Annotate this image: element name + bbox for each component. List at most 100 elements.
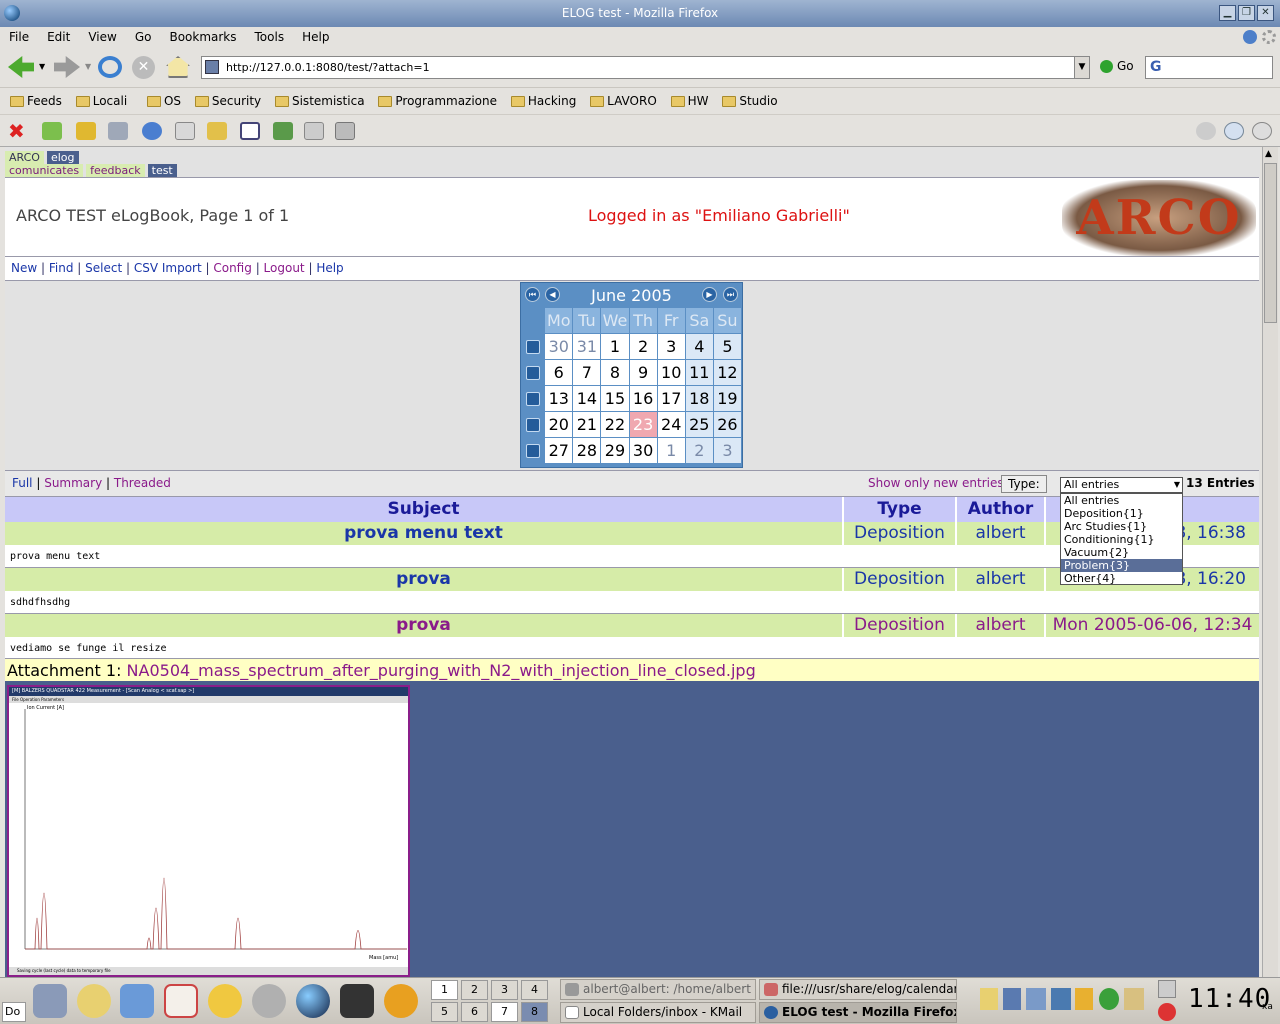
- filter-option-selected[interactable]: Problem{3}: [1061, 559, 1182, 572]
- calendar-day[interactable]: 28: [573, 438, 602, 464]
- calendar-day[interactable]: 7: [573, 360, 602, 386]
- prev-month-icon[interactable]: ◀: [545, 287, 560, 302]
- calendar-day[interactable]: 20: [545, 412, 574, 438]
- type-column-header[interactable]: Type: [844, 497, 957, 522]
- bookmark-locali[interactable]: Locali: [75, 94, 127, 108]
- menu-file[interactable]: File: [0, 27, 38, 44]
- calendar-day[interactable]: 6: [545, 360, 574, 386]
- entry-author[interactable]: albert: [957, 522, 1046, 545]
- task-terminal[interactable]: albert@albert: /home/albert: [560, 979, 756, 1000]
- threaded-view-link[interactable]: Threaded: [114, 476, 171, 490]
- calendar-day[interactable]: 8: [601, 360, 630, 386]
- close-button[interactable]: ✕: [1257, 5, 1274, 21]
- shell-icon[interactable]: [384, 984, 418, 1018]
- entry-subject[interactable]: prova menu text: [5, 522, 844, 545]
- bookmark-lavoro[interactable]: LAVORO: [590, 94, 657, 108]
- options-icon[interactable]: [335, 122, 355, 140]
- stop-icon[interactable]: ✕: [132, 56, 155, 79]
- author-column-header[interactable]: Author: [957, 497, 1046, 522]
- calendar-day[interactable]: 26: [713, 412, 742, 438]
- task-calendar[interactable]: file:///usr/share/elog/calendar: [759, 979, 957, 1000]
- calendar-day[interactable]: 25: [685, 412, 714, 438]
- calendar-day[interactable]: 30: [545, 334, 574, 360]
- calendar-day[interactable]: 27: [545, 438, 574, 464]
- filter-option[interactable]: Other{4}: [1061, 572, 1182, 585]
- calendar-day[interactable]: 1: [657, 438, 686, 464]
- desktop-6-button[interactable]: 6: [461, 1002, 488, 1022]
- bookmark-sistemistica[interactable]: Sistemistica: [274, 94, 365, 108]
- calendar-day[interactable]: 1: [601, 334, 630, 360]
- menu-edit[interactable]: Edit: [38, 27, 79, 44]
- kopete-icon[interactable]: [208, 984, 242, 1018]
- tray-display-icon[interactable]: [1026, 988, 1046, 1010]
- firefox-icon[interactable]: [4, 5, 20, 21]
- table-row[interactable]: prova Deposition albert Mon 2005-06-06, …: [5, 614, 1259, 637]
- lock-screen-icon[interactable]: [1158, 980, 1176, 998]
- calendar-day[interactable]: 4: [685, 334, 714, 360]
- calendar-day[interactable]: 3: [657, 334, 686, 360]
- calendar-day[interactable]: 31: [573, 334, 602, 360]
- reload-icon[interactable]: [98, 56, 122, 78]
- week-select-icon[interactable]: [521, 438, 546, 464]
- entry-author[interactable]: albert: [957, 614, 1046, 637]
- desktop-1-button[interactable]: 1: [431, 980, 458, 1000]
- calendar-day[interactable]: 9: [629, 360, 658, 386]
- first-month-icon[interactable]: ⏮: [525, 287, 540, 302]
- calendar-day[interactable]: 3: [713, 438, 742, 464]
- tray-pencil-icon[interactable]: [1075, 988, 1093, 1010]
- menu-go[interactable]: Go: [126, 27, 161, 44]
- calendar-day[interactable]: 18: [685, 386, 714, 412]
- summary-view-link[interactable]: Summary: [44, 476, 102, 490]
- desktop-2-button[interactable]: 2: [461, 980, 488, 1000]
- entry-type[interactable]: Deposition: [844, 568, 957, 591]
- minimize-button[interactable]: ▁: [1219, 5, 1236, 21]
- last-month-icon[interactable]: ⏭: [723, 287, 738, 302]
- week-select-icon[interactable]: [521, 334, 546, 360]
- bookmark-programmazione[interactable]: Programmazione: [378, 94, 497, 108]
- calendar-day[interactable]: 16: [629, 386, 658, 412]
- attachment-link[interactable]: NA0504_mass_spectrum_after_purging_with_…: [127, 661, 756, 680]
- select-link[interactable]: Select: [85, 261, 122, 275]
- find-link[interactable]: Find: [49, 261, 74, 275]
- help-link[interactable]: Help: [316, 261, 343, 275]
- clock[interactable]: 11:40: [1188, 984, 1271, 1014]
- filter-option[interactable]: Deposition{1}: [1061, 507, 1182, 520]
- calendar-day[interactable]: 22: [601, 412, 630, 438]
- next-month-icon[interactable]: ▶: [702, 287, 717, 302]
- kde-menu-icon[interactable]: [33, 984, 67, 1018]
- calendar-day[interactable]: 14: [573, 386, 602, 412]
- back-history-icon[interactable]: ▼: [39, 62, 45, 71]
- csv-import-link[interactable]: CSV Import: [134, 261, 202, 275]
- settings-gear-icon[interactable]: [252, 984, 286, 1018]
- outline-icon[interactable]: [207, 122, 227, 140]
- entry-type[interactable]: Deposition: [844, 522, 957, 545]
- disable-icon[interactable]: ✖: [8, 121, 28, 141]
- tray-check-icon[interactable]: [1099, 988, 1119, 1010]
- task-firefox[interactable]: ELOG test - Mozilla Firefox: [759, 1002, 957, 1023]
- entry-subject[interactable]: prova: [5, 568, 844, 591]
- tab-feedback[interactable]: feedback: [86, 164, 145, 177]
- tray-klipper-icon[interactable]: [980, 988, 998, 1010]
- bookmark-feeds[interactable]: Feeds: [10, 94, 62, 108]
- maximize-button[interactable]: ❐: [1238, 5, 1255, 21]
- url-input[interactable]: http://127.0.0.1:8080/test/?attach=1: [201, 56, 1075, 79]
- calendar-day[interactable]: 21: [573, 412, 602, 438]
- konqueror-icon[interactable]: [77, 984, 111, 1018]
- menu-tools[interactable]: Tools: [246, 27, 294, 44]
- firefox-launcher-icon[interactable]: [296, 984, 330, 1018]
- update-icon[interactable]: [1243, 30, 1257, 44]
- calendar-day[interactable]: 15: [601, 386, 630, 412]
- forward-history-icon[interactable]: ▼: [85, 62, 91, 71]
- bookmark-hacking[interactable]: Hacking: [510, 94, 576, 108]
- week-select-icon[interactable]: [521, 360, 546, 386]
- calendar-day[interactable]: 11: [685, 360, 714, 386]
- tab-comunicates[interactable]: comunicates: [5, 164, 84, 177]
- filter-option[interactable]: Vacuum{2}: [1061, 546, 1182, 559]
- forms-icon[interactable]: [175, 122, 195, 140]
- menu-view[interactable]: View: [79, 27, 125, 44]
- scroll-up-icon[interactable]: ▲: [1265, 149, 1272, 159]
- new-link[interactable]: New: [11, 261, 37, 275]
- view-source-icon[interactable]: [304, 122, 324, 140]
- calendar-day[interactable]: 23: [629, 412, 658, 438]
- calendar-day[interactable]: 12: [713, 360, 742, 386]
